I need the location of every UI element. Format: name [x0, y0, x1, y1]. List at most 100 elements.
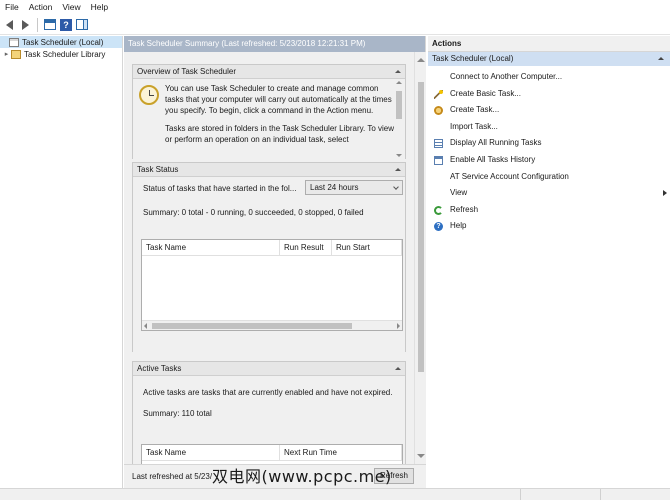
task-status-content: Status of tasks that have started in the…: [133, 177, 405, 352]
summary-body: Overview of Task Scheduler You can use T…: [124, 52, 414, 464]
help-icon: ?: [434, 222, 443, 232]
clock-icon: [139, 85, 159, 105]
forward-arrow-icon[interactable]: [18, 18, 32, 32]
status-range-label: Status of tasks that have started in the…: [143, 184, 297, 193]
active-tasks-table[interactable]: Task Name Next Run Time: [141, 444, 403, 464]
list-icon: [434, 139, 443, 149]
overview-paragraph-2: Tasks are stored in folders in the Task …: [165, 124, 394, 144]
action-label: Import Task...: [450, 121, 498, 131]
actions-subheader[interactable]: Task Scheduler (Local): [428, 52, 670, 66]
refresh-icon: [434, 205, 443, 215]
actions-pane: Actions Task Scheduler (Local) Connect t…: [428, 36, 670, 488]
column-header-task-name[interactable]: Task Name: [142, 240, 280, 255]
collapse-icon[interactable]: [658, 57, 664, 60]
overview-scrollbar[interactable]: [395, 81, 403, 157]
actions-subheader-label: Task Scheduler (Local): [432, 54, 514, 63]
status-bar-segment: [520, 489, 521, 500]
menu-help[interactable]: Help: [86, 0, 113, 15]
scheduler-icon: [9, 37, 19, 47]
task-status-section-title[interactable]: Task Status: [133, 163, 405, 177]
summary-vertical-scrollbar[interactable]: [414, 52, 426, 464]
menu-view[interactable]: View: [57, 0, 85, 15]
folder-icon: [11, 49, 21, 59]
action-label: AT Service Account Configuration: [450, 171, 569, 181]
table-header: Task Name Next Run Time: [142, 445, 402, 461]
tree-item-label: Task Scheduler Library: [24, 49, 106, 59]
collapse-icon[interactable]: [395, 367, 401, 370]
last-refreshed-text: Last refreshed at 5/23/: [132, 472, 213, 481]
action-import-task[interactable]: Import Task...: [428, 119, 670, 136]
history-icon: [434, 155, 443, 165]
active-tasks-description: Active tasks are tasks that are currentl…: [143, 388, 393, 397]
back-arrow-icon[interactable]: [2, 18, 16, 32]
actions-list: Connect to Another Computer... Create Ba…: [428, 66, 670, 235]
column-header-task-name[interactable]: Task Name: [142, 445, 280, 460]
active-tasks-title-label: Active Tasks: [137, 364, 182, 373]
overview-text: You can use Task Scheduler to create and…: [165, 83, 395, 152]
console-tree-icon[interactable]: [43, 18, 57, 32]
wand-icon: [434, 89, 443, 99]
action-help[interactable]: ? Help: [428, 218, 670, 235]
task-status-summary: Summary: 0 total - 0 running, 0 succeede…: [143, 208, 364, 217]
help-icon[interactable]: ?: [59, 18, 73, 32]
collapse-icon[interactable]: [395, 70, 401, 73]
overview-title-label: Overview of Task Scheduler: [137, 67, 237, 76]
show-hide-pane-icon[interactable]: [75, 18, 89, 32]
collapse-icon[interactable]: [395, 168, 401, 171]
menu-action[interactable]: Action: [24, 0, 58, 15]
table-header: Task Name Run Result Run Start: [142, 240, 402, 256]
column-header-run-start[interactable]: Run Start: [332, 240, 402, 255]
active-tasks-section: Active Tasks Active tasks are tasks that…: [132, 361, 406, 464]
action-label: Refresh: [450, 204, 479, 214]
active-tasks-section-title[interactable]: Active Tasks: [133, 362, 405, 376]
task-icon: [434, 106, 443, 116]
toolbar: ?: [0, 15, 670, 35]
console-tree: Task Scheduler (Local) ▸ Task Scheduler …: [0, 36, 123, 488]
menu-bar: File Action View Help: [0, 0, 670, 15]
scroll-up-icon[interactable]: [417, 58, 425, 62]
status-range-value: Last 24 hours: [310, 183, 359, 192]
summary-pane: Task Scheduler Summary (Last refreshed: …: [124, 36, 426, 488]
action-create-task[interactable]: Create Task...: [428, 102, 670, 119]
chevron-down-icon: [393, 184, 399, 190]
scroll-down-icon[interactable]: [417, 454, 425, 458]
action-label: Create Basic Task...: [450, 88, 521, 98]
action-at-service-account-configuration[interactable]: AT Service Account Configuration: [428, 169, 670, 186]
tree-item-task-scheduler-local[interactable]: Task Scheduler (Local): [0, 36, 122, 48]
action-connect-to-another-computer[interactable]: Connect to Another Computer...: [428, 69, 670, 86]
status-bar-segment: [600, 489, 601, 500]
menu-file[interactable]: File: [0, 0, 24, 15]
action-view[interactable]: View: [428, 185, 670, 202]
active-tasks-summary: Summary: 110 total: [143, 409, 212, 418]
action-label: Create Task...: [450, 105, 500, 115]
summary-header: Task Scheduler Summary (Last refreshed: …: [124, 36, 425, 52]
column-header-run-result[interactable]: Run Result: [280, 240, 332, 255]
column-header-next-run-time[interactable]: Next Run Time: [280, 445, 402, 460]
tree-item-label: Task Scheduler (Local): [22, 37, 104, 47]
action-label: Enable All Tasks History: [450, 154, 536, 164]
tree-expand-arrow-icon[interactable]: ▸: [2, 50, 11, 58]
task-status-section: Task Status Status of tasks that have st…: [132, 162, 406, 352]
overview-paragraph-1: You can use Task Scheduler to create and…: [165, 84, 392, 115]
scroll-thumb[interactable]: [418, 82, 424, 372]
active-tasks-content: Active tasks are tasks that are currentl…: [133, 376, 405, 464]
action-display-all-running-tasks[interactable]: Display All Running Tasks: [428, 135, 670, 152]
watermark: 双电网(www.pcpc.me): [212, 467, 392, 486]
overview-section-title[interactable]: Overview of Task Scheduler: [133, 65, 405, 79]
action-label: Help: [450, 221, 467, 231]
toolbar-separator: [37, 17, 38, 32]
action-label: View: [450, 188, 468, 198]
table-horizontal-scrollbar[interactable]: [142, 320, 402, 330]
action-enable-all-tasks-history[interactable]: Enable All Tasks History: [428, 152, 670, 169]
submenu-arrow-icon: [663, 190, 667, 197]
task-status-title-label: Task Status: [137, 165, 179, 174]
status-range-dropdown[interactable]: Last 24 hours: [305, 180, 403, 195]
action-refresh[interactable]: Refresh: [428, 202, 670, 219]
action-label: Connect to Another Computer...: [450, 72, 563, 81]
task-status-table[interactable]: Task Name Run Result Run Start: [141, 239, 403, 331]
status-bar: [0, 488, 670, 500]
action-create-basic-task[interactable]: Create Basic Task...: [428, 86, 670, 103]
actions-title: Actions: [428, 36, 670, 52]
action-label: Display All Running Tasks: [450, 138, 542, 148]
tree-item-task-scheduler-library[interactable]: ▸ Task Scheduler Library: [0, 48, 122, 60]
